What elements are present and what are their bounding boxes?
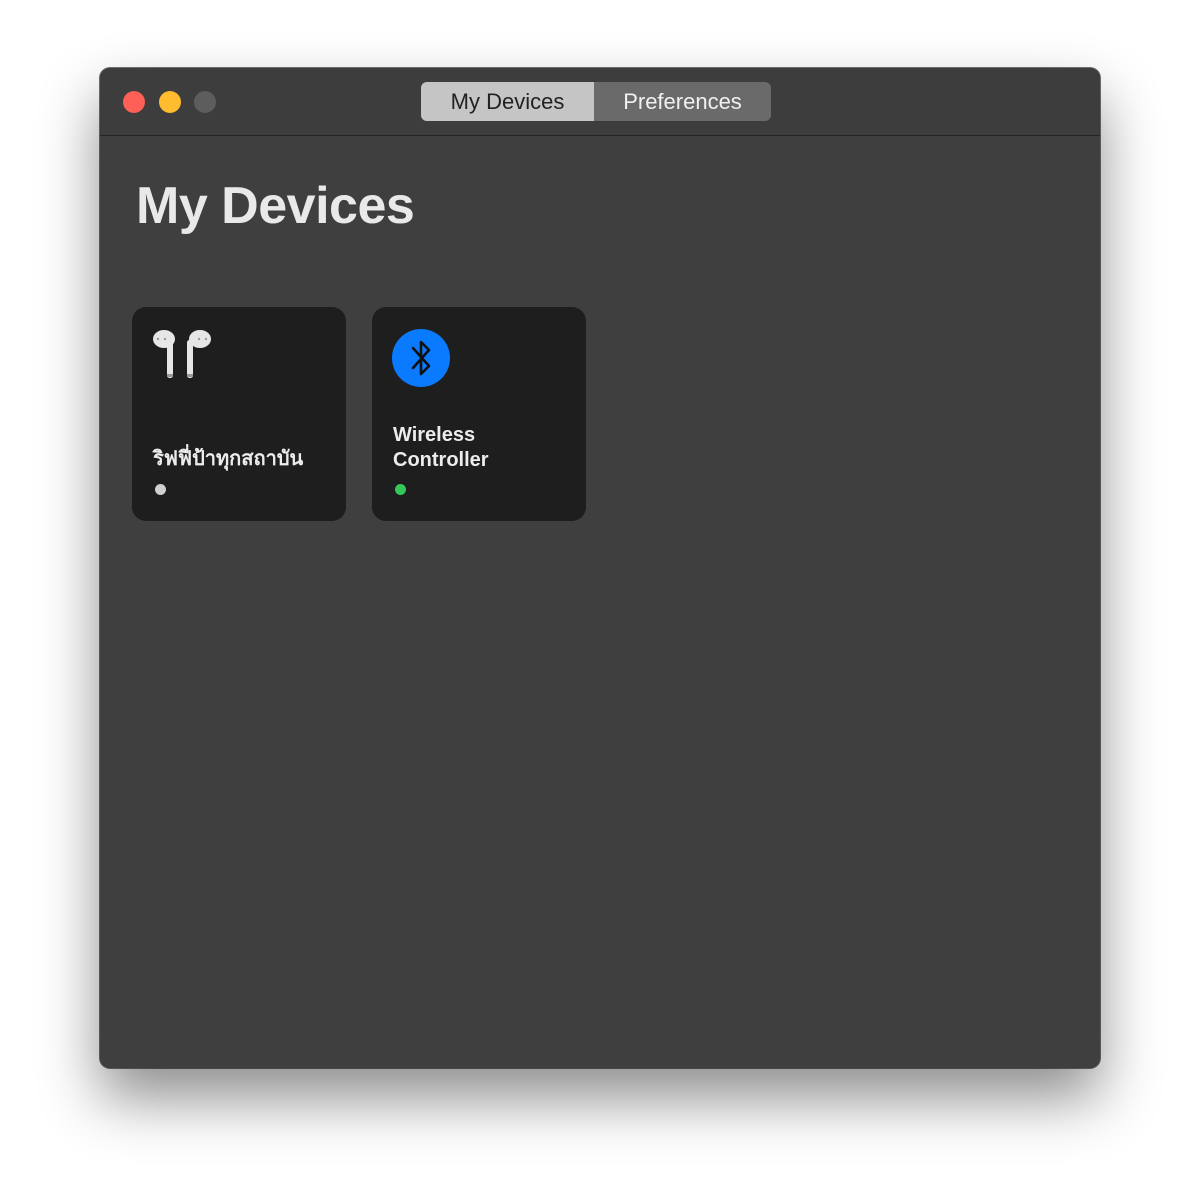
zoom-window-button [194,91,216,113]
device-card-airpods[interactable]: ริฟฟี่ป้าทุกสถาบัน [132,307,346,521]
device-name: ริฟฟี่ป้าทุกสถาบัน [153,448,304,470]
device-name: Wireless Controller [393,424,489,471]
status-dot-disconnected [155,484,166,495]
tab-preferences[interactable]: Preferences [594,82,771,121]
airpods-icon [152,329,214,386]
close-window-button[interactable] [123,91,145,113]
app-window: My Devices Preferences My Devices ริฟฟี่… [100,68,1100,1068]
page-title: My Devices [136,177,415,235]
bluetooth-icon [392,329,452,394]
device-card-wireless-controller[interactable]: Wireless Controller [372,307,586,521]
tab-segmented-control: My Devices Preferences [421,82,771,121]
tab-my-devices[interactable]: My Devices [421,82,594,121]
titlebar: My Devices Preferences [100,68,1100,136]
status-dot-connected [395,484,406,495]
minimize-window-button[interactable] [159,91,181,113]
